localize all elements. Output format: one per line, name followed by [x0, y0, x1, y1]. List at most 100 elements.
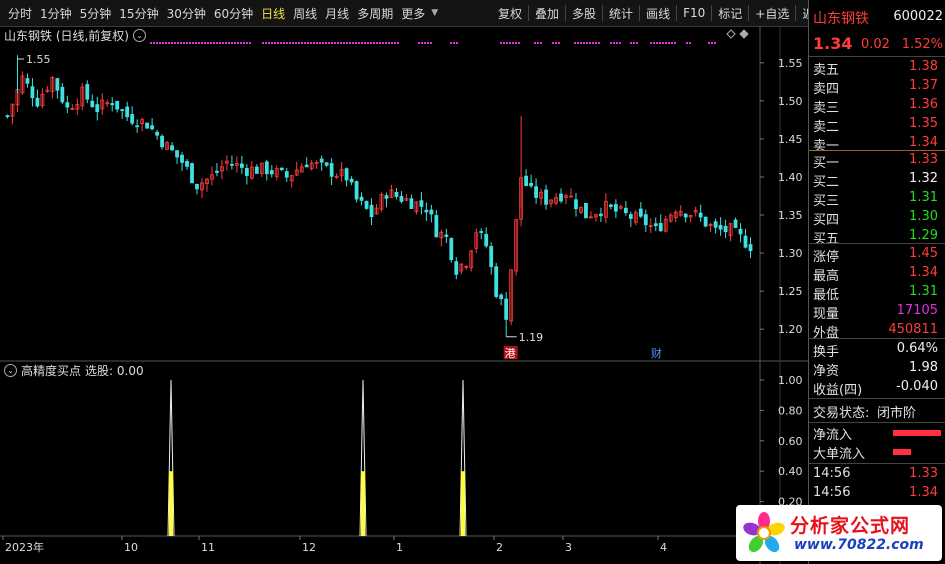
candle-body	[239, 163, 244, 168]
signal-dot	[171, 42, 173, 44]
signal-dot	[450, 42, 452, 44]
signal-dot	[630, 42, 632, 44]
toolbar-separator	[676, 5, 678, 21]
action-tab-6[interactable]: 标记	[714, 5, 746, 22]
period-tab-6[interactable]: 日线	[257, 5, 289, 22]
period-tab-1[interactable]: 1分钟	[36, 5, 76, 22]
chevron-down-icon[interactable]: ▼	[431, 8, 438, 18]
signal-dot	[346, 42, 348, 44]
indicator-signal: 选股: 0.00	[85, 364, 144, 378]
period-tab-10[interactable]: 更多	[397, 5, 429, 22]
candle-body	[175, 150, 179, 158]
stock-code: 600022	[893, 9, 943, 24]
stat-value: 1.45	[909, 246, 938, 261]
candle-body	[364, 200, 369, 209]
divider	[809, 243, 945, 244]
signal-dot	[686, 42, 688, 44]
signal-dot	[292, 42, 294, 44]
candle-body	[698, 212, 703, 218]
x-tick-label: 11	[201, 541, 215, 554]
candle-body	[269, 170, 274, 175]
candle-body	[344, 168, 349, 181]
period-tab-5[interactable]: 60分钟	[210, 5, 257, 22]
signal-dot	[316, 42, 318, 44]
candle-body	[55, 78, 60, 91]
candle-body	[284, 171, 289, 178]
ask-value: 1.36	[909, 97, 938, 112]
period-tab-0[interactable]: 分时	[4, 5, 36, 22]
kline-chart[interactable]: 1.55 1.19港 财 1.55 1.50 1.45 1.40 1.35 1.30 1.25 1…	[0, 26, 808, 564]
candle-body	[215, 170, 219, 173]
period-tab-4[interactable]: 30分钟	[163, 5, 210, 22]
candle-body	[150, 125, 155, 130]
candle-body	[359, 196, 364, 201]
candle-body	[130, 114, 135, 124]
candle-body	[479, 231, 484, 233]
indicator-title: 高精度买点	[21, 364, 82, 378]
action-tab-0[interactable]: 复权	[494, 5, 526, 22]
period-tab-3[interactable]: 15分钟	[115, 5, 162, 22]
action-tab-2[interactable]: 多股	[568, 5, 600, 22]
flower-logo-icon	[743, 512, 785, 553]
bid-row: 买三 1.31	[809, 189, 945, 209]
chevron-down-icon[interactable]: ⌄	[4, 364, 17, 377]
candle-body	[125, 106, 130, 118]
candle-body	[653, 223, 658, 227]
candle-body	[35, 97, 40, 107]
candle-body	[494, 266, 499, 297]
candle-body	[145, 122, 150, 129]
net-inflow-row: 净流入	[809, 424, 945, 443]
bid-value: 1.29	[909, 228, 938, 243]
big-order-bar	[893, 449, 911, 455]
signal-dot	[512, 42, 514, 44]
action-tabs: 复权叠加多股统计画线F10标记+自选返回	[494, 0, 830, 26]
candle-body	[713, 221, 718, 228]
signal-dot	[613, 42, 615, 44]
period-tab-8[interactable]: 月线	[321, 5, 353, 22]
ask-label: 卖五	[813, 63, 840, 78]
candle-body	[449, 238, 454, 261]
signal-dot	[298, 42, 300, 44]
signal-dot	[382, 42, 384, 44]
signal-dot	[689, 42, 691, 44]
trade-status: 交易状态: 闭市阶	[809, 402, 945, 421]
candle-body	[628, 214, 633, 219]
signal-dot	[153, 42, 155, 44]
action-tab-4[interactable]: 画线	[642, 5, 674, 22]
bid-value: 1.32	[909, 171, 938, 186]
toolbar-separator	[565, 5, 567, 21]
action-tab-7[interactable]: +自选	[751, 5, 793, 22]
signal-dot	[610, 42, 612, 44]
signal-dot	[633, 42, 635, 44]
signal-dot	[277, 42, 279, 44]
signal-bar	[361, 471, 365, 536]
watermark-url: www.70822.com	[794, 537, 924, 553]
chevron-down-icon[interactable]: ⌄	[133, 29, 146, 42]
period-tab-2[interactable]: 5分钟	[76, 5, 116, 22]
action-tab-1[interactable]: 叠加	[531, 5, 563, 22]
signal-dot	[289, 42, 291, 44]
period-tabs: 分时 1分钟 5分钟 15分钟 30分钟 60分钟 日线 周线 月线 多周期 更多 ▼	[4, 0, 438, 26]
price-change-pct: 1.52%	[901, 37, 943, 52]
action-tab-5[interactable]: F10	[679, 6, 709, 20]
candle-body	[95, 104, 100, 113]
divider	[809, 463, 945, 464]
period-tab-9[interactable]: 多周期	[353, 5, 397, 22]
action-tab-3[interactable]: 统计	[605, 5, 637, 22]
candle-body	[638, 208, 643, 217]
signal-dot	[268, 42, 270, 44]
candle-body	[254, 166, 259, 174]
candle-body	[85, 84, 90, 100]
chart-title-bar: 山东钢铁 (日线,前复权) ⌄	[4, 27, 146, 44]
candle-body	[499, 294, 504, 300]
signal-dot	[186, 42, 188, 44]
signal-dot	[319, 42, 321, 44]
signal-dot	[580, 42, 582, 44]
candle-body	[115, 100, 120, 110]
signal-dot	[424, 42, 426, 44]
ask-value: 1.37	[909, 78, 938, 93]
period-tab-7[interactable]: 周线	[289, 5, 321, 22]
x-tick-label: 3	[565, 541, 572, 554]
ask-row: 卖二 1.35	[809, 115, 945, 135]
extra-value: 0.64%	[896, 341, 938, 356]
